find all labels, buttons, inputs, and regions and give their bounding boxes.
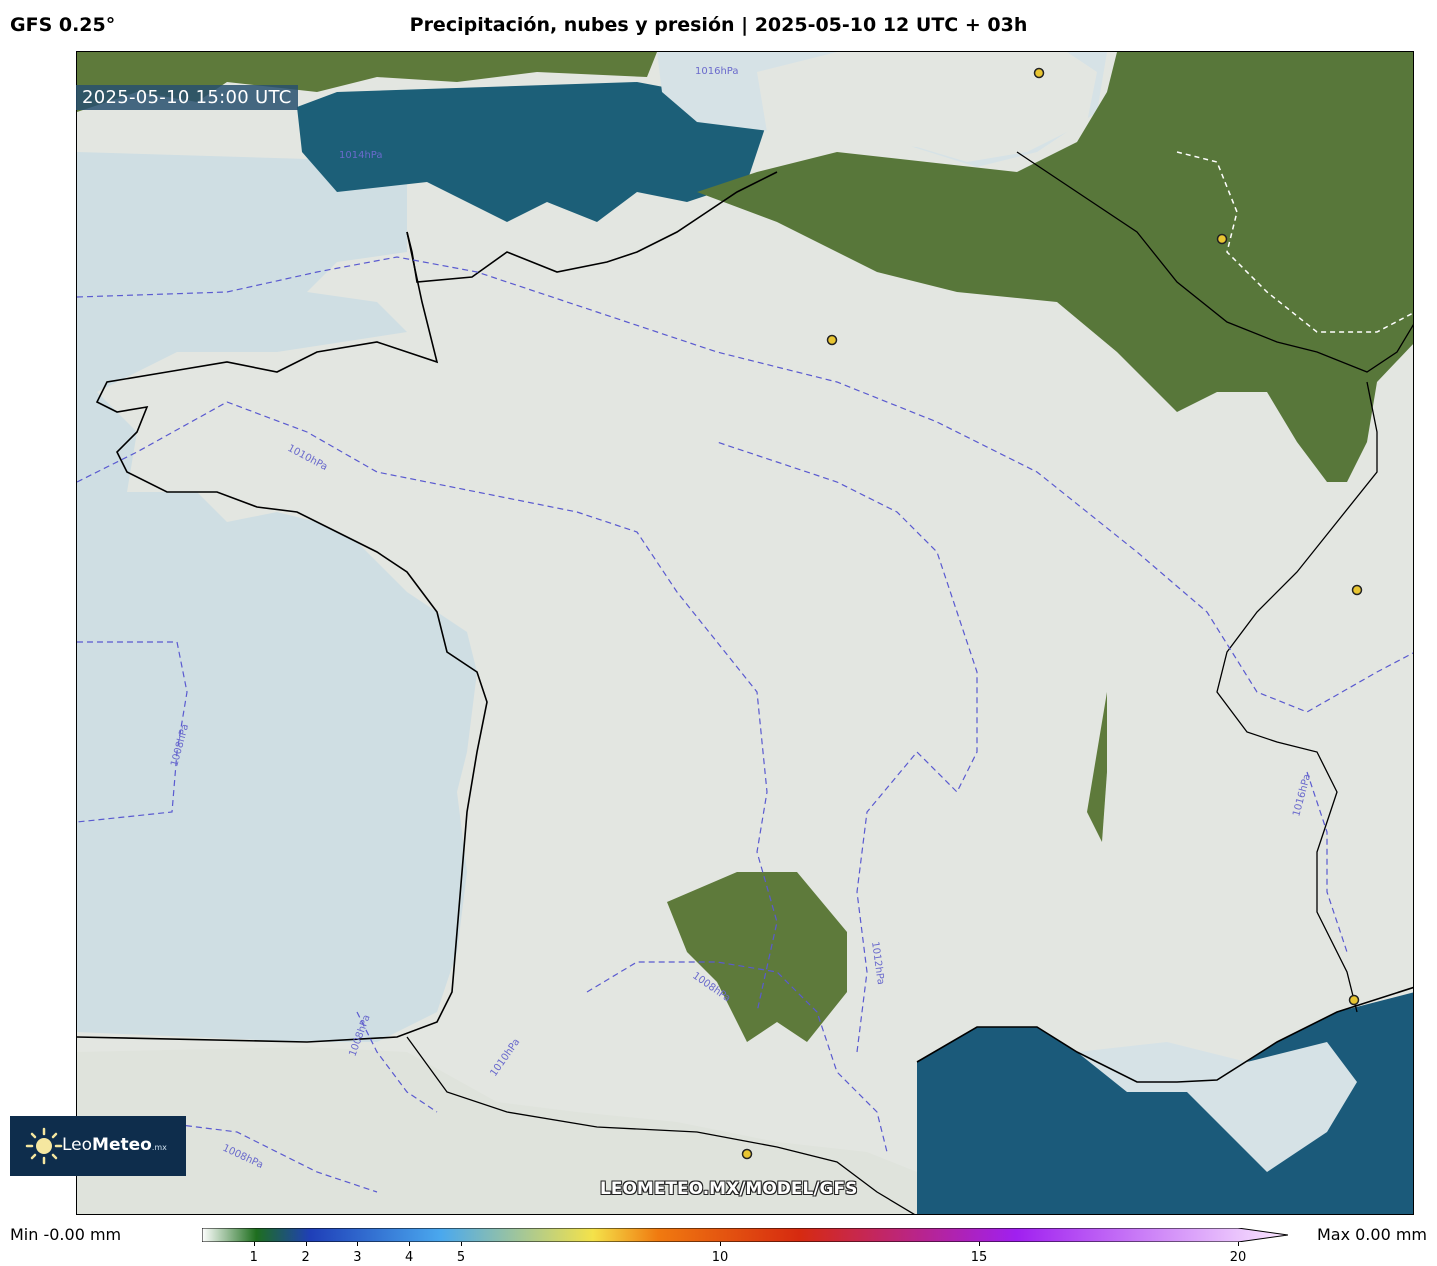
colorbar-tick-mark [357,1242,359,1246]
min-value-label: Min -0.00 mm [10,1225,122,1244]
logo-name-part2: Meteo [92,1135,152,1155]
colorbar-tick-mark [1238,1242,1239,1246]
sun-icon [25,1127,63,1165]
weather-map[interactable]: 1016hPa 1014hPa 1010hPa 1008hPa 1012hPa … [76,51,1414,1215]
logo-suffix: .mx [151,1143,167,1152]
colorbar-tick-mark [305,1242,307,1246]
valid-time-label: 2025-05-10 15:00 UTC [76,85,298,110]
colorbar-tick-mark [253,1242,255,1246]
watermark-url: LEOMETEO.MX/MODEL/GFS [600,1179,858,1199]
colorbar-tick-label: 4 [405,1250,414,1265]
colorbar-tick-label: 1 [249,1250,258,1265]
colorbar-tick-label: 5 [456,1250,466,1265]
city-marker[interactable] [1216,233,1228,245]
city-marker[interactable] [826,334,838,346]
isobar-label: 1016hPa [695,66,739,77]
logo-text: LeoMeteo.mx [62,1135,167,1155]
max-value-label: Max 0.00 mm [1316,1225,1427,1244]
colorbar-tick-label: 15 [970,1250,988,1265]
colorbar-tick-label: 3 [353,1250,362,1265]
colorbar-tick-mark [979,1242,980,1246]
map-canvas: 1016hPa 1014hPa 1010hPa 1008hPa 1012hPa … [77,52,1413,1214]
leometeo-logo: LeoMeteo.mx [10,1116,186,1176]
city-marker[interactable] [1351,584,1363,596]
chart-title: Precipitación, nubes y presión | 2025-05… [409,14,1028,36]
colorbar-tick-mark [461,1242,462,1246]
logo-name-part1: Leo [62,1135,93,1155]
city-marker[interactable] [1348,994,1360,1006]
city-marker[interactable] [741,1148,753,1160]
colorbar-tick-mark [409,1242,411,1246]
precip-colorbar [202,1228,1288,1242]
colorbar-tick-label: 20 [1229,1250,1247,1265]
colorbar-tick-mark [720,1242,721,1246]
isobar-label: 1014hPa [339,150,383,161]
city-marker[interactable] [1033,67,1045,79]
colorbar-tick-label: 10 [711,1250,729,1265]
colorbar-tick-label: 2 [301,1250,310,1265]
